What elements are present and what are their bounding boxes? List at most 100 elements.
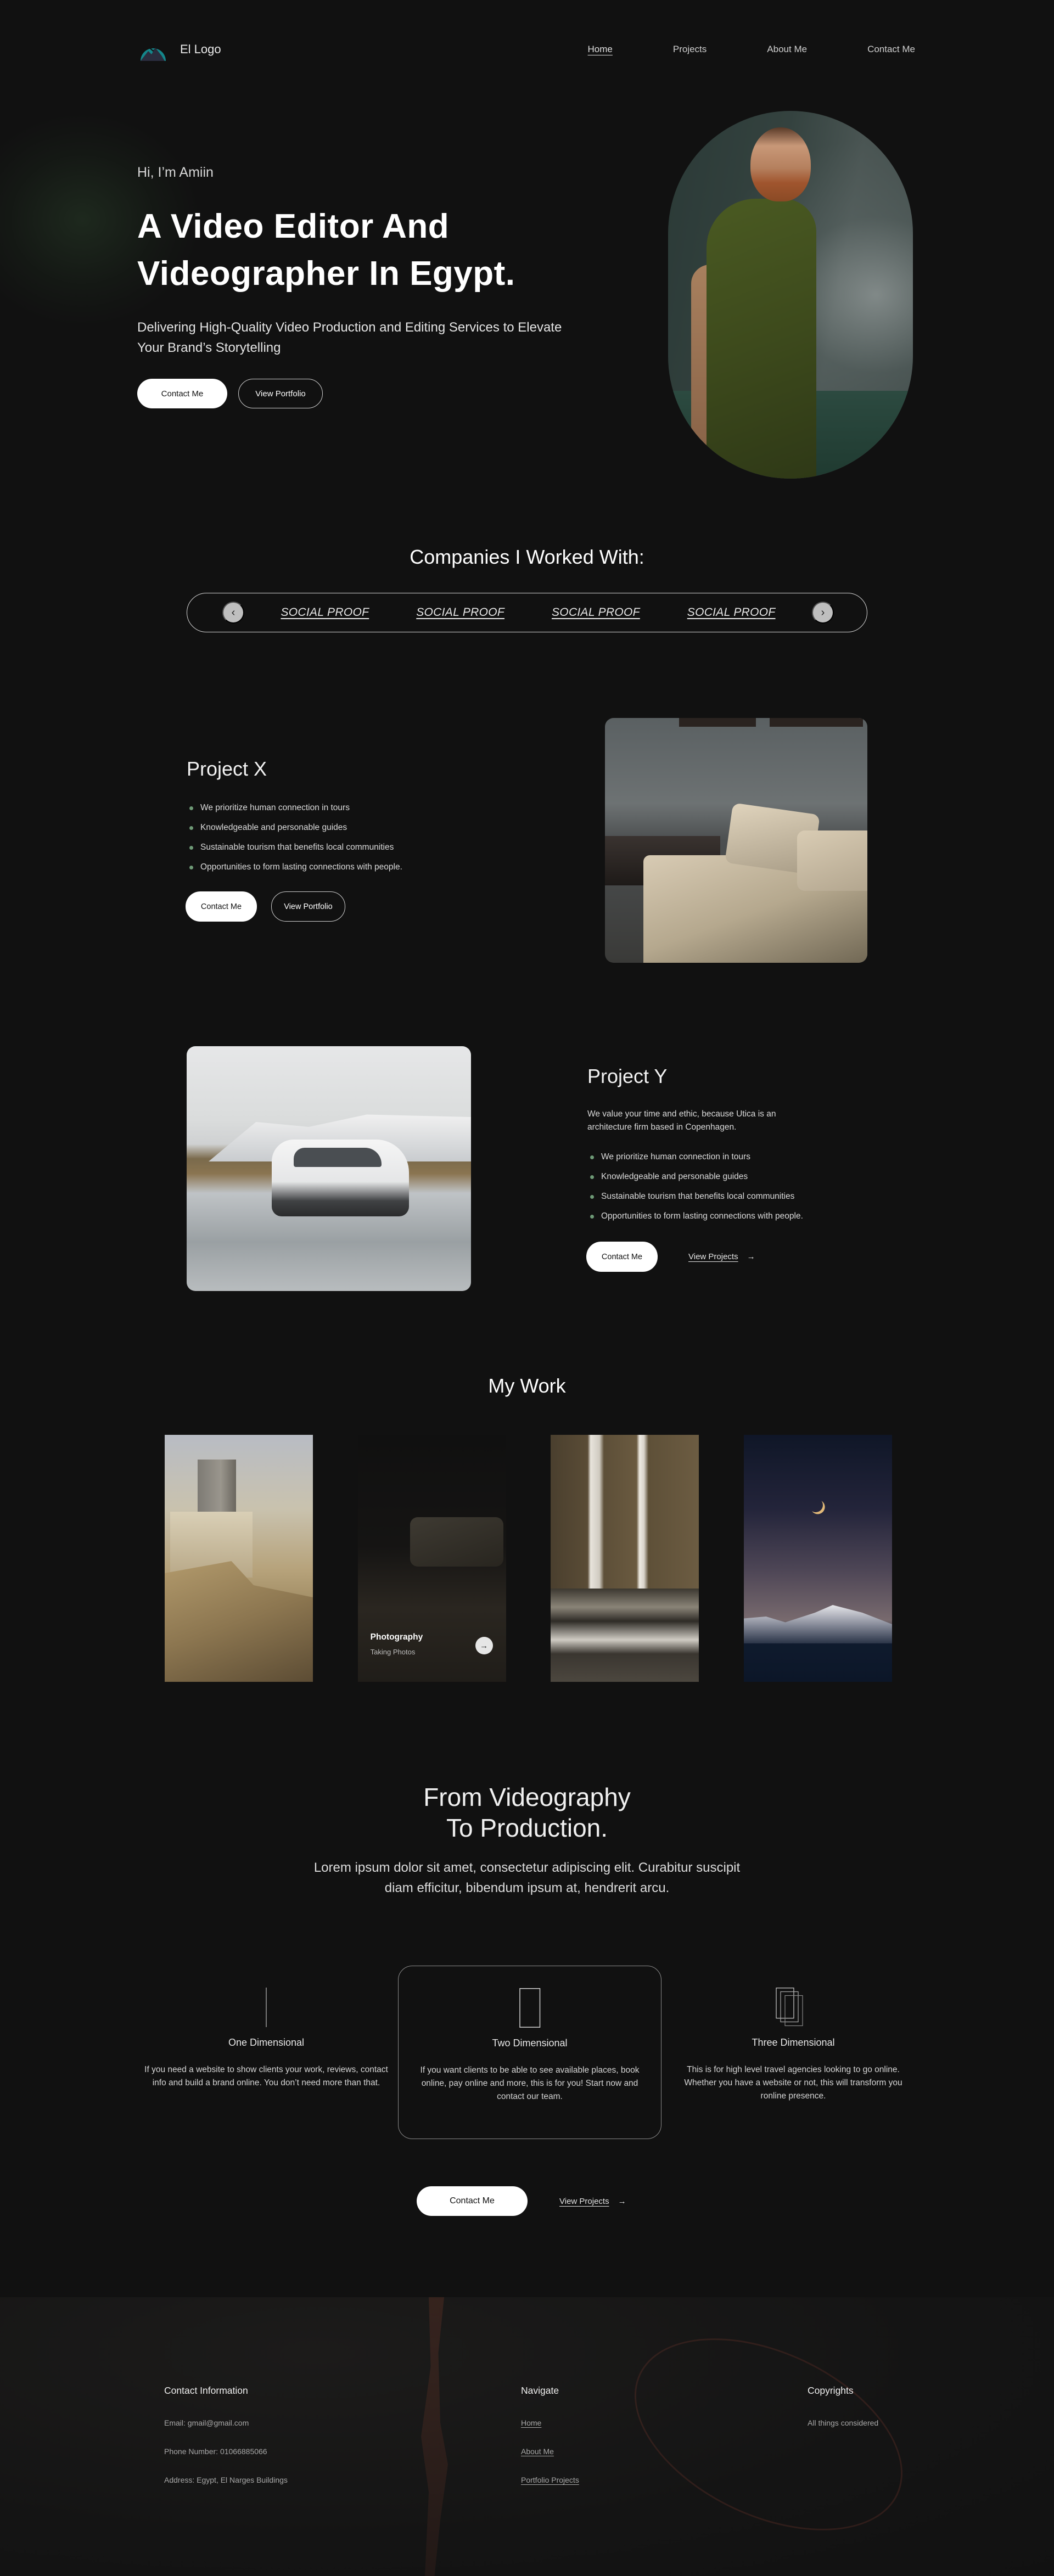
service-card-three-dimensional[interactable]: Three Dimensional This is for high level… [661, 1966, 925, 2139]
list-item: Opportunities to form lasting connection… [587, 1206, 803, 1226]
project-y-image [187, 1046, 471, 1291]
work-card-hallway[interactable] [551, 1435, 699, 1682]
logo[interactable]: El Logo [137, 38, 221, 61]
footer-copyrights-heading: Copyrights [808, 2385, 854, 2396]
line-icon [266, 1988, 267, 2027]
footer-background-texture [604, 2299, 933, 2569]
cliff [165, 1561, 313, 1682]
nav-link-about-me[interactable]: About Me [767, 44, 807, 55]
project-x-portfolio-button[interactable]: View Portfolio [271, 891, 345, 922]
nav-link-projects[interactable]: Projects [673, 44, 707, 55]
services-cta: Contact Me View Projects → [417, 2186, 626, 2216]
project-y-title: Project Y [587, 1065, 668, 1087]
carousel-prev-button[interactable]: ‹ [222, 602, 244, 624]
companies-heading: Companies I Worked With: [410, 546, 644, 568]
project-x-bullets: We prioritize human connection in tours … [187, 798, 402, 877]
arrow-right-icon[interactable]: → [475, 1637, 493, 1654]
work-card-moon[interactable] [743, 1435, 892, 1682]
footer-email: Email: gmail@gmail.com [164, 2418, 249, 2427]
project-y-view-projects-link[interactable]: View Projects → [688, 1252, 755, 1261]
project-x-contact-button[interactable]: Contact Me [186, 891, 257, 922]
hero-greeting: Hi, I’m Amiin [137, 165, 214, 180]
carousel-next-button[interactable]: › [812, 602, 834, 624]
view-projects-label: View Projects [559, 2196, 609, 2206]
footer-copyrights-column: Copyrights All things considered [808, 2385, 878, 2446]
service-description: If you need a website to show clients yo… [144, 2065, 388, 2087]
work-card-title: Photography [370, 1632, 423, 1642]
company-list: SOCIAL PROOF SOCIAL PROOF SOCIAL PROOF S… [281, 606, 775, 619]
footer-link-home[interactable]: Home [521, 2417, 579, 2446]
services-cards: One Dimensional If you need a website to… [134, 1966, 925, 2139]
company-logo[interactable]: SOCIAL PROOF [552, 606, 640, 619]
project-y-contact-button[interactable]: Contact Me [586, 1242, 658, 1272]
work-card-photography[interactable]: Photography Taking Photos → [357, 1435, 506, 1682]
work-card-subtitle: Taking Photos [370, 1648, 416, 1656]
rectangle-icon [519, 1988, 541, 2028]
footer-navigate-column: Navigate Home About Me Portfolio Project… [521, 2385, 579, 2503]
wall-frame [679, 718, 756, 727]
list-item: Sustainable tourism that benefits local … [187, 838, 402, 857]
service-card-two-dimensional[interactable]: Two Dimensional If you want clients to b… [398, 1966, 661, 2139]
service-description: If you want clients to be able to see av… [420, 2066, 640, 2101]
nav-link-contact-me[interactable]: Contact Me [867, 44, 915, 55]
logo-text: El Logo [180, 42, 221, 56]
portrait-head [750, 127, 811, 201]
footer-address: Address: Egypt, El Narges Buildings [164, 2476, 288, 2484]
wall-frame [770, 718, 863, 727]
companies-carousel: ‹ SOCIAL PROOF SOCIAL PROOF SOCIAL PROOF… [187, 593, 867, 632]
company-logo[interactable]: SOCIAL PROOF [416, 606, 504, 619]
service-title: Three Dimensional [752, 2037, 835, 2048]
footer-copyrights-text: All things considered [808, 2418, 879, 2427]
service-title: Two Dimensional [492, 2038, 568, 2049]
services-heading: From Videography To Production. [0, 1782, 1054, 1843]
services-contact-button[interactable]: Contact Me [417, 2186, 528, 2216]
footer-link-portfolio-projects[interactable]: Portfolio Projects [521, 2474, 579, 2503]
company-logo[interactable]: SOCIAL PROOF [281, 606, 369, 619]
footer-link-about-me[interactable]: About Me [521, 2446, 579, 2474]
hero-contact-button[interactable]: Contact Me [137, 379, 227, 408]
project-x-image [605, 718, 867, 963]
view-projects-label: View Projects [688, 1252, 738, 1261]
hallway-floor [551, 1589, 699, 1682]
stacked-rectangles-icon [776, 1988, 803, 2027]
hero-portfolio-button[interactable]: View Portfolio [238, 379, 323, 408]
top-nav: El Logo Home Projects About Me Contact M… [137, 38, 917, 61]
services-heading-line1: From Videography [423, 1783, 631, 1811]
my-work-heading: My Work [488, 1374, 566, 1397]
list-item: Knowledgeable and personable guides [187, 818, 402, 838]
list-item: Sustainable tourism that benefits local … [587, 1187, 803, 1206]
chevron-right-icon: › [821, 606, 825, 619]
hero-portrait-image [668, 111, 913, 479]
list-item: We prioritize human connection in tours [187, 798, 402, 818]
mountain-logo-icon [141, 40, 166, 61]
service-card-one-dimensional[interactable]: One Dimensional If you need a website to… [134, 1966, 398, 2139]
service-title: One Dimensional [228, 2037, 305, 2048]
hero-subtitle: Delivering High-Quality Video Production… [137, 320, 562, 355]
services-subtitle: Lorem ipsum dolor sit amet, consectetur … [313, 1860, 741, 1895]
project-y-description: We value your time and ethic, because Ut… [587, 1109, 776, 1132]
sofa-pillow [797, 830, 867, 891]
work-gallery: Photography Taking Photos → [165, 1435, 892, 1682]
services-heading-line2: To Production. [446, 1814, 608, 1842]
hero-title: A Video Editor And Videographer In Egypt… [137, 207, 515, 293]
footer-phone: Phone Number: 01066885066 [164, 2447, 267, 2456]
nav-links: Home Projects About Me Contact Me [588, 44, 915, 55]
project-x-title: Project X [187, 757, 267, 780]
suv-windshield [294, 1148, 382, 1167]
bed-pillow [410, 1517, 503, 1567]
arrow-right-icon: → [618, 2196, 626, 2206]
services-view-projects-link[interactable]: View Projects → [559, 2197, 626, 2206]
nav-link-home[interactable]: Home [588, 44, 613, 55]
list-item: Knowledgeable and personable guides [587, 1167, 803, 1187]
mountain-peak [743, 1605, 892, 1643]
footer-background-texture [421, 2297, 448, 2576]
portrait-shirt [707, 199, 816, 479]
project-y-bullets: We prioritize human connection in tours … [587, 1147, 803, 1226]
work-card-castle[interactable] [165, 1435, 313, 1682]
hero-buttons: Contact Me View Portfolio [137, 379, 323, 408]
chevron-left-icon: ‹ [231, 606, 236, 619]
list-item: We prioritize human connection in tours [587, 1147, 803, 1167]
footer-contact-heading: Contact Information [164, 2385, 248, 2396]
project-x-buttons: Contact Me View Portfolio [186, 891, 345, 922]
company-logo[interactable]: SOCIAL PROOF [687, 606, 776, 619]
